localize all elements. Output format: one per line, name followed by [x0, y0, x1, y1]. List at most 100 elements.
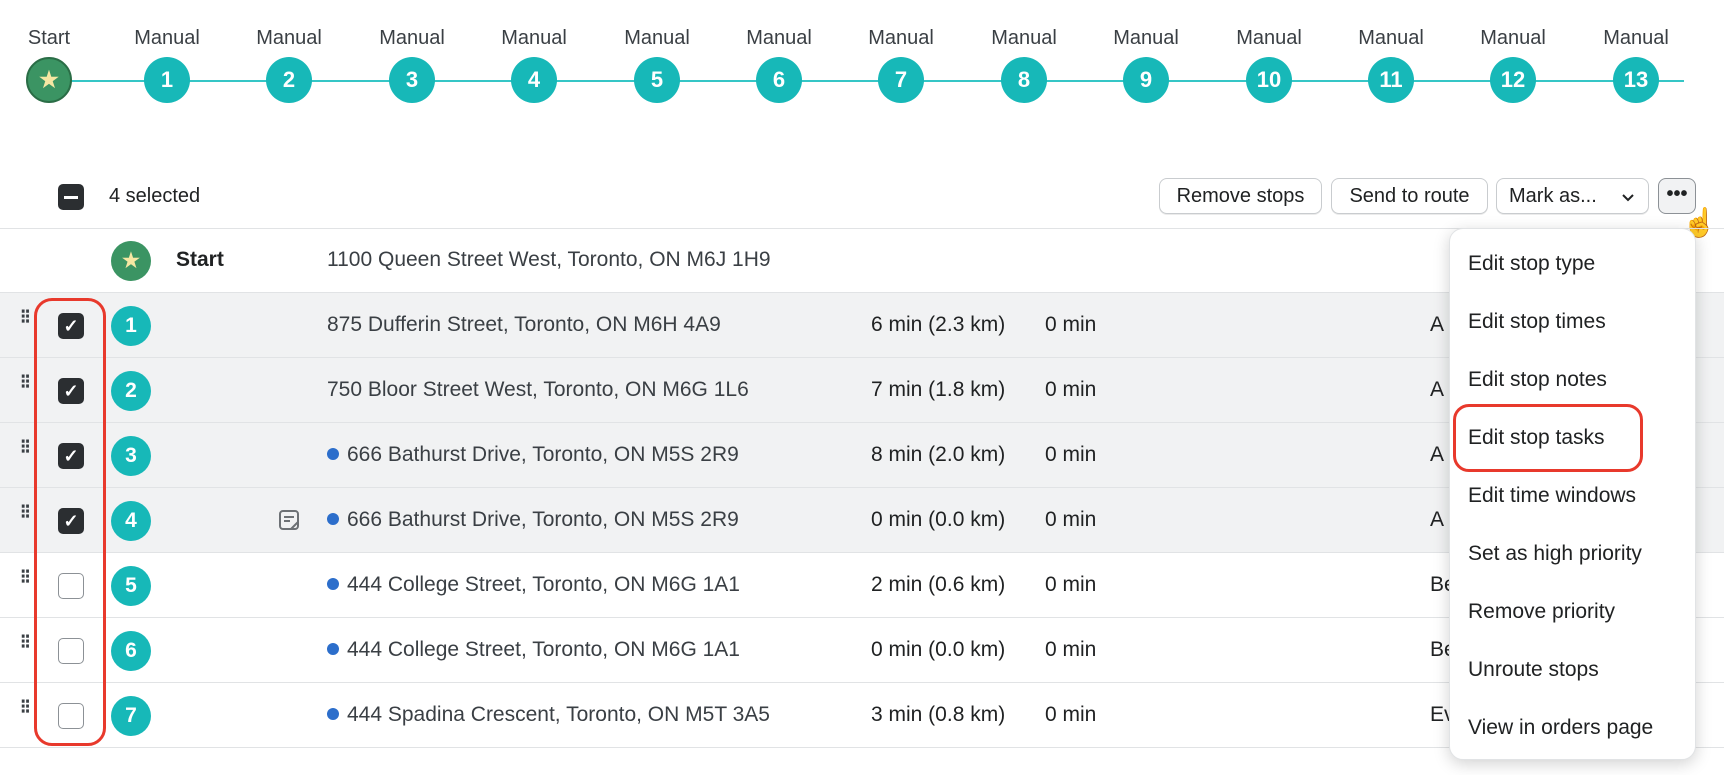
stop-address: 875 Dufferin Street, Toronto, ON M6H 4A9 [327, 313, 721, 337]
timeline-stop-label: Manual [1603, 27, 1669, 49]
menu-item-edit-stop-tasks[interactable]: Edit stop tasks [1450, 409, 1695, 467]
timeline-stop-label: Manual [134, 27, 200, 49]
chevron-down-icon [1622, 194, 1634, 202]
remove-stops-button[interactable]: Remove stops [1159, 178, 1322, 214]
stop-number: 6 [111, 631, 151, 671]
drag-handle-icon[interactable]: ⁝⁝ [20, 697, 32, 729]
timeline-stop-label: Manual [624, 27, 690, 49]
timeline-stop-7[interactable]: Manual 7 [841, 24, 961, 103]
timeline-stop-8[interactable]: Manual 8 [964, 24, 1084, 103]
timeline-stop-10[interactable]: Manual 10 [1209, 24, 1329, 103]
travel-time: 7 min (1.8 km) [871, 378, 1006, 401]
stop-number: 2 [111, 371, 151, 411]
menu-item-view-in-orders-page[interactable]: View in orders page [1450, 699, 1695, 757]
timeline-stop-number: 13 [1613, 57, 1659, 103]
row-checkbox[interactable]: ✓ [58, 443, 84, 469]
timeline-stop-2[interactable]: Manual 2 [229, 24, 349, 103]
timeline-stop-number: 8 [1001, 57, 1047, 103]
row-checkbox[interactable] [58, 703, 84, 729]
stop-address: 666 Bathurst Drive, Toronto, ON M5S 2R9 [327, 443, 739, 467]
stop-address: 444 College Street, Toronto, ON M6G 1A1 [327, 573, 740, 597]
menu-item-unroute-stops[interactable]: Unroute stops [1450, 641, 1695, 699]
note-icon[interactable] [278, 508, 300, 532]
timeline-stop-6[interactable]: Manual 6 [719, 24, 839, 103]
stop-extra-column: A [1430, 378, 1445, 401]
travel-time: 3 min (0.8 km) [871, 703, 1006, 726]
mark-as-button[interactable]: Mark as... [1496, 178, 1649, 214]
menu-item-edit-stop-type[interactable]: Edit stop type [1450, 235, 1695, 293]
timeline-stop-11[interactable]: Manual 11 [1331, 24, 1451, 103]
status-dot-icon [327, 448, 339, 460]
timeline-stop-label: Manual [1480, 27, 1546, 49]
row-checkbox[interactable]: ✓ [58, 378, 84, 404]
row-checkbox[interactable]: ✓ [58, 508, 84, 534]
timeline-stop-12[interactable]: Manual 12 [1453, 24, 1573, 103]
timeline-stop-number: 2 [266, 57, 312, 103]
timeline-stop-label: Manual [501, 27, 567, 49]
timeline-stop-number: 11 [1368, 57, 1414, 103]
timeline-stop-label: Start [27, 27, 71, 49]
drag-handle-icon[interactable]: ⁝⁝ [20, 307, 32, 339]
service-time: 0 min [1045, 638, 1097, 661]
timeline-stop-label: Manual [1113, 27, 1179, 49]
drag-handle-icon[interactable]: ⁝⁝ [20, 437, 32, 469]
stop-number: 5 [111, 566, 151, 606]
timeline-stop-9[interactable]: Manual 9 [1086, 24, 1206, 103]
menu-item-edit-stop-notes[interactable]: Edit stop notes [1450, 351, 1695, 409]
timeline-stop-number: 12 [1490, 57, 1536, 103]
select-all-checkbox[interactable] [58, 184, 84, 210]
menu-item-edit-stop-times[interactable]: Edit stop times [1450, 293, 1695, 351]
stop-address: 444 Spadina Crescent, Toronto, ON M5T 3A… [327, 703, 770, 727]
timeline-stop-label: Manual [1236, 27, 1302, 49]
timeline-stop-number: 1 [144, 57, 190, 103]
status-dot-icon [327, 643, 339, 655]
drag-handle-icon[interactable]: ⁝⁝ [20, 632, 32, 664]
stop-address: 666 Bathurst Drive, Toronto, ON M5S 2R9 [327, 508, 739, 532]
stop-address-text: 875 Dufferin Street, Toronto, ON M6H 4A9 [327, 313, 721, 336]
drag-handle-icon[interactable]: ⁝⁝ [20, 372, 32, 404]
stop-extra-column: A [1430, 508, 1445, 531]
stop-address: 444 College Street, Toronto, ON M6G 1A1 [327, 638, 740, 662]
status-dot-icon [327, 708, 339, 720]
service-time: 0 min [1045, 378, 1097, 401]
timeline-stop-number: 9 [1123, 57, 1169, 103]
menu-item-edit-time-windows[interactable]: Edit time windows [1450, 467, 1695, 525]
timeline-stop-1[interactable]: Manual 1 [107, 24, 227, 103]
timeline-stop-label: Manual [746, 27, 812, 49]
timeline-stop-3[interactable]: Manual 3 [352, 24, 472, 103]
timeline-stop-4[interactable]: Manual 4 [474, 24, 594, 103]
stop-number: 1 [111, 306, 151, 346]
timeline-stop-number: 10 [1246, 57, 1292, 103]
service-time: 0 min [1045, 508, 1097, 531]
mark-as-label: Mark as... [1509, 184, 1597, 207]
drag-handle-icon[interactable]: ⁝⁝ [20, 502, 32, 534]
row-checkbox[interactable] [58, 573, 84, 599]
timeline-stop-13[interactable]: Manual 13 [1576, 24, 1696, 103]
menu-item-remove-priority[interactable]: Remove priority [1450, 583, 1695, 641]
travel-time: 0 min (0.0 km) [871, 508, 1006, 531]
menu-item-set-as-high-priority[interactable]: Set as high priority [1450, 525, 1695, 583]
travel-time: 8 min (2.0 km) [871, 443, 1006, 466]
stop-number: 3 [111, 436, 151, 476]
travel-time: 2 min (0.6 km) [871, 573, 1006, 596]
drag-handle-icon[interactable]: ⁝⁝ [20, 567, 32, 599]
more-actions-menu: Edit stop type Edit stop times Edit stop n… [1449, 228, 1696, 760]
stop-address-text: 750 Bloor Street West, Toronto, ON M6G 1… [327, 378, 749, 401]
stop-name: Start [176, 248, 224, 271]
timeline-stop-number: 6 [756, 57, 802, 103]
timeline-stop-5[interactable]: Manual 5 [597, 24, 717, 103]
timeline-stop-label: Manual [379, 27, 445, 49]
stop-number: 4 [111, 501, 151, 541]
star-icon: ★ [26, 57, 72, 103]
stop-address-text: 1100 Queen Street West, Toronto, ON M6J … [327, 248, 771, 271]
row-checkbox[interactable] [58, 638, 84, 664]
star-icon: ★ [111, 241, 151, 281]
timeline-stop-start[interactable]: Start ★ [0, 24, 109, 103]
row-checkbox[interactable]: ✓ [58, 313, 84, 339]
status-dot-icon [327, 513, 339, 525]
travel-time: 6 min (2.3 km) [871, 313, 1006, 336]
send-to-route-button[interactable]: Send to route [1331, 178, 1488, 214]
stop-address-text: 444 College Street, Toronto, ON M6G 1A1 [347, 638, 740, 661]
selected-count: 4 selected [109, 185, 201, 207]
stop-address-text: 444 Spadina Crescent, Toronto, ON M5T 3A… [347, 703, 770, 726]
